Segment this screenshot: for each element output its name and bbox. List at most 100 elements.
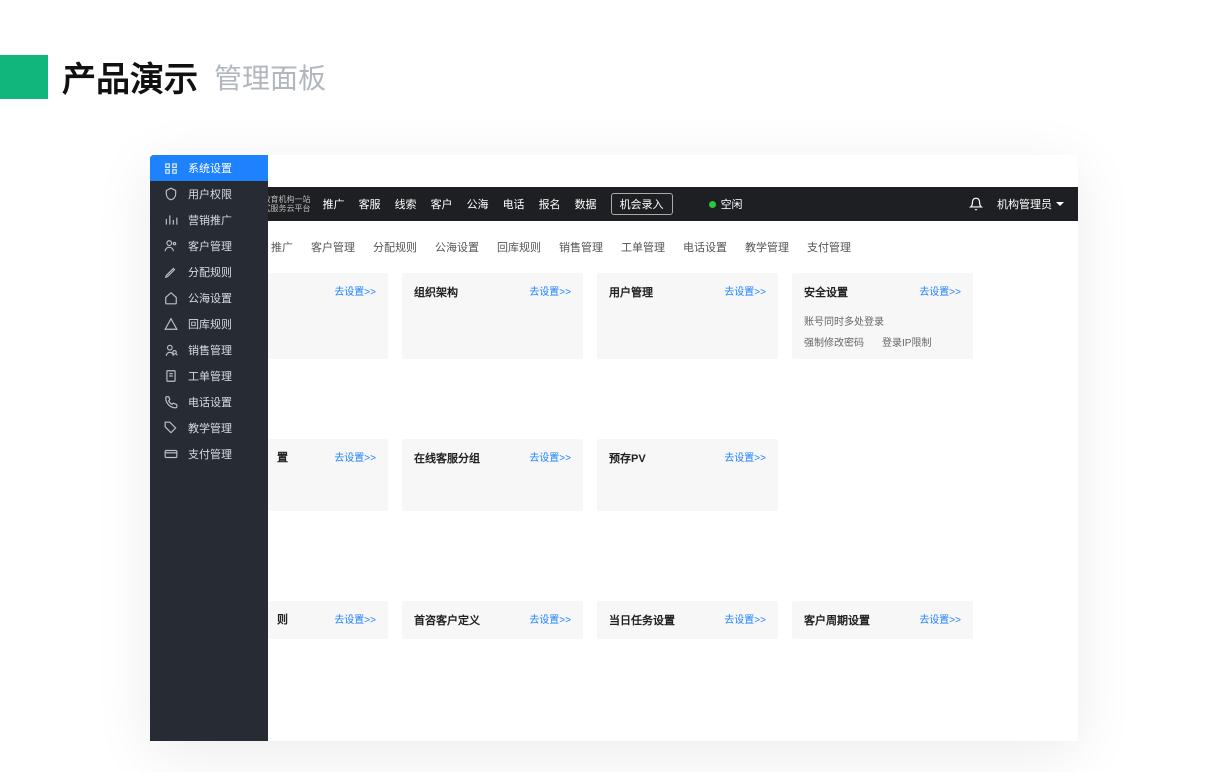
house-icon bbox=[164, 291, 178, 305]
tab-customer[interactable]: 客户管理 bbox=[304, 235, 362, 259]
go-settings-link[interactable]: 去设置>> bbox=[724, 611, 766, 626]
go-settings-link[interactable]: 去设置>> bbox=[334, 449, 376, 464]
sidebar-item-label: 销售管理 bbox=[188, 342, 232, 358]
sidebar-item-label: 系统设置 bbox=[188, 160, 232, 176]
settings-card-partial-3: 则 去设置>> bbox=[268, 601, 388, 639]
nav-leads[interactable]: 线索 bbox=[395, 196, 417, 212]
bell-icon[interactable] bbox=[969, 197, 983, 211]
tab-ticket[interactable]: 工单管理 bbox=[614, 235, 672, 259]
chart-icon bbox=[164, 213, 178, 227]
page-heading: 产品演示 管理面板 bbox=[0, 52, 1210, 101]
sidebar-item-label: 公海设置 bbox=[188, 290, 232, 306]
settings-card-security: 安全设置 去设置>> 账号同时多处登录 强制修改密码 登录IP限制 bbox=[792, 273, 973, 359]
go-settings-link[interactable]: 去设置>> bbox=[529, 449, 571, 464]
sidebar-item-label: 教学管理 bbox=[188, 420, 232, 436]
sidebar-item-ticket-management[interactable]: 工单管理 bbox=[150, 363, 268, 389]
sidebar-item-label: 工单管理 bbox=[188, 368, 232, 384]
card-title: 预存PV bbox=[609, 453, 646, 465]
nav-pool[interactable]: 公海 bbox=[467, 196, 489, 212]
triangle-icon bbox=[164, 317, 178, 331]
card-title: 当日任务设置 bbox=[609, 615, 675, 627]
card-sub-item: 账号同时多处登录 bbox=[804, 313, 961, 328]
go-settings-link[interactable]: 去设置>> bbox=[724, 449, 766, 464]
app-window: 云朵CRM 教育机构一站 式服务云平台 推广 客服 线索 客户 公海 电话 报名… bbox=[150, 155, 1078, 741]
sidebar-item-label: 回库规则 bbox=[188, 316, 232, 332]
search-user-icon bbox=[164, 343, 178, 357]
chevron-down-icon bbox=[1056, 202, 1064, 206]
card-title: 安全设置 bbox=[804, 287, 848, 299]
go-settings-link[interactable]: 去设置>> bbox=[334, 283, 376, 298]
shield-icon bbox=[164, 187, 178, 201]
sidebar-item-label: 分配规则 bbox=[188, 264, 232, 280]
window-titlebar bbox=[150, 155, 1078, 187]
sidebar-item-system-settings[interactable]: 系统设置 bbox=[150, 155, 268, 181]
pencil-icon bbox=[164, 265, 178, 279]
user-icon bbox=[164, 239, 178, 253]
settings-card-online-group: 在线客服分组 去设置>> bbox=[402, 439, 583, 511]
nav-promote[interactable]: 推广 bbox=[323, 196, 345, 212]
doc-icon bbox=[164, 369, 178, 383]
logo-subtitle: 教育机构一站 式服务云平台 bbox=[263, 195, 311, 213]
sidebar: 系统设置 用户权限 营销推广 客户管理 分配规则 公海设置 bbox=[150, 155, 268, 741]
nav-signup[interactable]: 报名 bbox=[539, 196, 561, 212]
go-settings-link[interactable]: 去设置>> bbox=[529, 283, 571, 298]
nav-service[interactable]: 客服 bbox=[359, 196, 381, 212]
user-menu[interactable]: 机构管理员 bbox=[997, 196, 1064, 212]
settings-card-partial-1: 去设置>> bbox=[268, 273, 388, 359]
settings-card-customer-cycle: 客户周期设置 去设置>> bbox=[792, 601, 973, 639]
tag-icon bbox=[164, 421, 178, 435]
tab-return[interactable]: 回库规则 bbox=[490, 235, 548, 259]
tab-assignment[interactable]: 分配规则 bbox=[366, 235, 424, 259]
settings-card-org: 组织架构 去设置>> bbox=[402, 273, 583, 359]
card-row-2: 置 去设置>> 在线客服分组 去设置>> 预存PV 去设置>> bbox=[270, 439, 1048, 551]
app-body: 系统设置 用户权限 营销推广 客户管理 分配规则 公海设置 bbox=[150, 221, 1078, 741]
user-label: 机构管理员 bbox=[997, 196, 1052, 212]
header-right: 机构管理员 bbox=[969, 196, 1064, 212]
go-settings-link[interactable]: 去设置>> bbox=[529, 611, 571, 626]
go-settings-link[interactable]: 去设置>> bbox=[724, 283, 766, 298]
go-settings-link[interactable]: 去设置>> bbox=[919, 283, 961, 298]
main-content: 推广 客户管理 分配规则 公海设置 回库规则 销售管理 工单管理 电话设置 教学… bbox=[150, 221, 1078, 741]
phone-icon bbox=[164, 395, 178, 409]
card-title: 首咨客户定义 bbox=[414, 615, 480, 627]
record-opportunity-button[interactable]: 机会录入 bbox=[611, 193, 673, 215]
status-dot-icon bbox=[709, 201, 716, 208]
nav-data[interactable]: 数据 bbox=[575, 196, 597, 212]
sidebar-item-assignment-rules[interactable]: 分配规则 bbox=[150, 259, 268, 285]
card-title: 在线客服分组 bbox=[414, 453, 480, 465]
sidebar-item-label: 电话设置 bbox=[188, 394, 232, 410]
card-title: 客户周期设置 bbox=[804, 615, 870, 627]
tab-pool[interactable]: 公海设置 bbox=[428, 235, 486, 259]
card-title: 置 bbox=[277, 449, 288, 465]
sidebar-item-phone-settings[interactable]: 电话设置 bbox=[150, 389, 268, 415]
sidebar-item-marketing[interactable]: 营销推广 bbox=[150, 207, 268, 233]
status-text: 空闲 bbox=[721, 196, 743, 212]
sidebar-item-user-permissions[interactable]: 用户权限 bbox=[150, 181, 268, 207]
status-indicator[interactable]: 空闲 bbox=[709, 196, 743, 212]
nav-phone[interactable]: 电话 bbox=[503, 196, 525, 212]
sidebar-item-return-rules[interactable]: 回库规则 bbox=[150, 311, 268, 337]
card-title: 组织架构 bbox=[414, 287, 458, 299]
sidebar-item-sales-management[interactable]: 销售管理 bbox=[150, 337, 268, 363]
go-settings-link[interactable]: 去设置>> bbox=[919, 611, 961, 626]
sidebar-item-payment-management[interactable]: 支付管理 bbox=[150, 441, 268, 467]
settings-card-user: 用户管理 去设置>> bbox=[597, 273, 778, 359]
sidebar-item-customer-management[interactable]: 客户管理 bbox=[150, 233, 268, 259]
go-settings-link[interactable]: 去设置>> bbox=[334, 611, 376, 626]
sidebar-item-label: 支付管理 bbox=[188, 446, 232, 462]
card-row-3: 则 去设置>> 首咨客户定义 去设置>> 当日任务设置 去设置>> 客户周期设置… bbox=[270, 601, 1048, 679]
tab-sales[interactable]: 销售管理 bbox=[552, 235, 610, 259]
sidebar-item-label: 用户权限 bbox=[188, 186, 232, 202]
app-header: 云朵CRM 教育机构一站 式服务云平台 推广 客服 线索 客户 公海 电话 报名… bbox=[150, 187, 1078, 221]
tab-payment[interactable]: 支付管理 bbox=[800, 235, 858, 259]
settings-card-prestore-pv: 预存PV 去设置>> bbox=[597, 439, 778, 511]
settings-card-partial-2: 置 去设置>> bbox=[268, 439, 388, 511]
sidebar-item-pool-settings[interactable]: 公海设置 bbox=[150, 285, 268, 311]
nav-customer[interactable]: 客户 bbox=[431, 196, 453, 212]
tab-promote[interactable]: 推广 bbox=[264, 235, 300, 259]
tab-phone[interactable]: 电话设置 bbox=[676, 235, 734, 259]
tab-teaching[interactable]: 教学管理 bbox=[738, 235, 796, 259]
sidebar-item-label: 营销推广 bbox=[188, 212, 232, 228]
sidebar-item-teaching-management[interactable]: 教学管理 bbox=[150, 415, 268, 441]
card-row-1: 去设置>> 组织架构 去设置>> 用户管理 去设置>> 安全设置 去设置>> bbox=[270, 273, 1048, 399]
